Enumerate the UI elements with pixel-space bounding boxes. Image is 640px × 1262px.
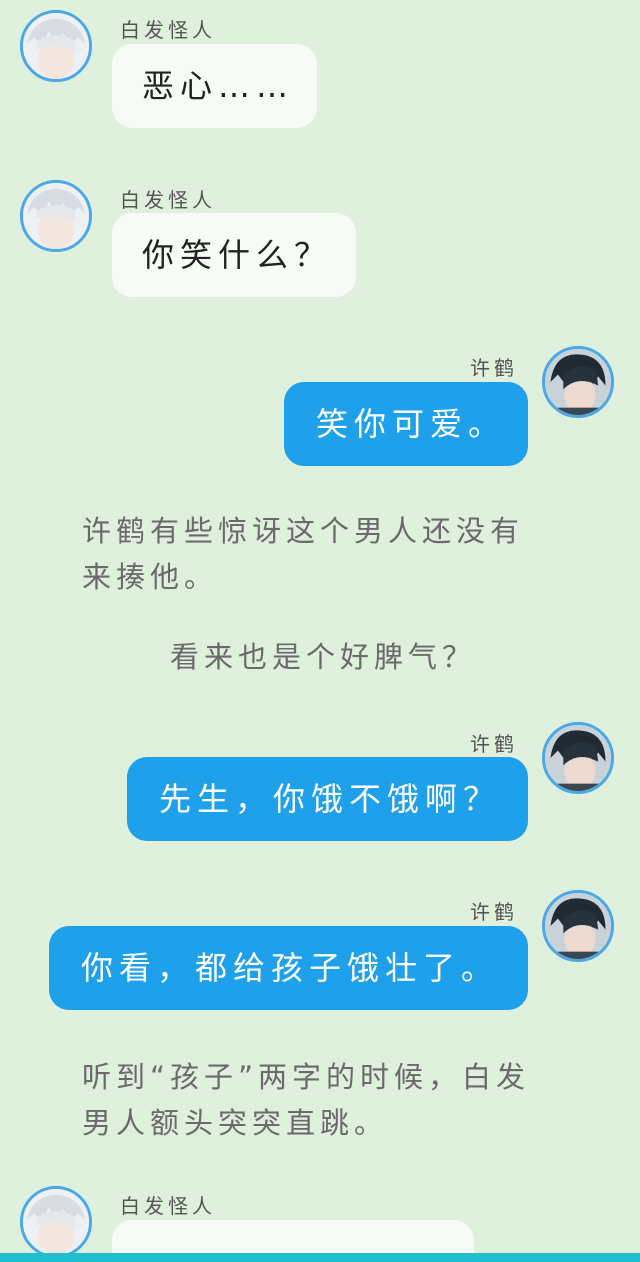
- dark-hair-avatar[interactable]: [542, 722, 614, 794]
- message-bubble[interactable]: 恶心……: [112, 44, 317, 128]
- narration-line: 听到“孩子”两字的时候，白发: [82, 1060, 531, 1094]
- sender-name: 许鹤: [470, 900, 518, 924]
- sender-name: 许鹤: [470, 732, 518, 756]
- narration-line: 男人额头突突直跳。: [82, 1106, 389, 1140]
- narration-line: 许鹤有些惊讶这个男人还没有: [82, 514, 525, 548]
- narration-text: 听到“孩子”两字的时候，白发 男人额头突突直跳。: [82, 1054, 530, 1146]
- message-bubble[interactable]: 你笑什么？: [112, 213, 356, 297]
- sender-name: 白发怪人: [120, 18, 216, 42]
- message-bubble[interactable]: 你看，都给孩子饿壮了。: [49, 926, 528, 1010]
- white-hair-avatar[interactable]: [20, 180, 92, 252]
- message-bubble[interactable]: 先生，你饿不饿啊？: [127, 757, 528, 841]
- narration-line: 看来也是个好脾气？: [170, 640, 477, 674]
- white-hair-avatar[interactable]: [20, 1186, 92, 1258]
- dark-hair-avatar[interactable]: [542, 890, 614, 962]
- bottom-bar: [0, 1253, 640, 1262]
- sender-name: 许鹤: [470, 356, 518, 380]
- narration-line: 来揍他。: [82, 560, 219, 594]
- sender-name: 白发怪人: [120, 188, 216, 212]
- sender-name: 白发怪人: [120, 1194, 216, 1218]
- narration-text: 看来也是个好脾气？: [170, 634, 476, 680]
- narration-text: 许鹤有些惊讶这个男人还没有 来揍他。: [82, 508, 524, 600]
- white-hair-avatar[interactable]: [20, 10, 92, 82]
- message-bubble[interactable]: 笑你可爱。: [284, 382, 528, 466]
- dark-hair-avatar[interactable]: [542, 346, 614, 418]
